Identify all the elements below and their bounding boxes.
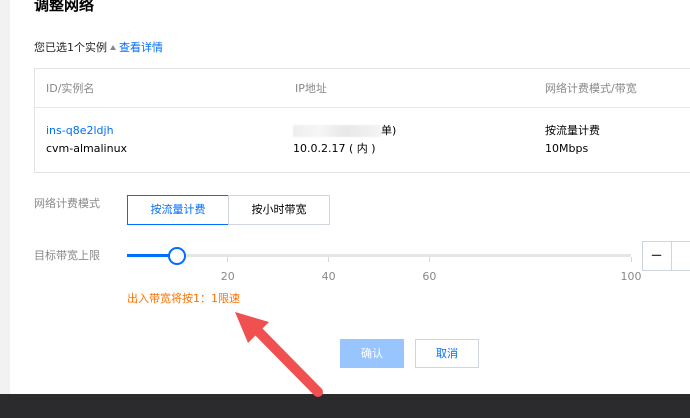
view-details-link[interactable]: 查看详情 — [119, 41, 163, 54]
private-ip: 10.0.2.17 ( 内 ) — [293, 142, 376, 155]
cancel-button[interactable]: 取消 — [415, 339, 479, 368]
instance-id-cell: ins-q8e2ldjh cvm-almalinux — [46, 122, 127, 158]
billing-mode-label: 网络计费模式 — [34, 197, 100, 210]
instance-id-link[interactable]: ins-q8e2ldjh — [46, 124, 114, 137]
header-ip-address: IP地址 — [295, 82, 327, 95]
caret-up-icon[interactable] — [110, 45, 116, 50]
slider-tick-mark — [428, 257, 430, 262]
page-backdrop-bottom — [0, 394, 690, 418]
confirm-button[interactable]: 确认 — [340, 339, 404, 368]
bandwidth-limit-label: 目标带宽上限 — [34, 249, 100, 262]
header-id-name: ID/实例名 — [46, 82, 95, 95]
slider-tick-mark — [227, 257, 229, 262]
current-bandwidth: 10Mbps — [545, 142, 589, 155]
slider-tick-mark — [328, 257, 330, 262]
slider-tick-label: 40 — [321, 270, 336, 283]
bandwidth-slider-handle[interactable] — [168, 247, 187, 265]
rate-limit-warning: 出入带宽将按1：1限速 — [127, 292, 240, 305]
header-billing-bandwidth: 网络计费模式/带宽 — [545, 82, 637, 95]
adjust-network-dialog: 调整网络 您已选1个实例 查看详情 ID/实例名 IP地址 网络计费模式/带宽 i… — [10, 0, 690, 394]
selected-count-text: 您已选1个实例 — [34, 41, 107, 54]
bandwidth-slider-track[interactable] — [127, 254, 631, 257]
billing-option-traffic[interactable]: 按流量计费 — [127, 195, 229, 225]
instance-name: cvm-almalinux — [46, 142, 128, 155]
slider-tick-mark — [630, 257, 632, 262]
redacted-public-ip — [293, 125, 381, 137]
slider-tick-label: 60 — [422, 270, 437, 283]
billing-cell: 按流量计费 10Mbps — [545, 122, 600, 158]
selected-instances-summary: 您已选1个实例 查看详情 — [34, 41, 163, 55]
slider-tick-label: 100 — [620, 270, 642, 283]
public-ip-suffix: 单) — [381, 124, 397, 137]
page-backdrop-left — [0, 0, 10, 394]
current-billing-mode: 按流量计费 — [545, 124, 600, 137]
instance-table: ID/实例名 IP地址 网络计费模式/带宽 ins-q8e2ldjh cvm-a… — [34, 68, 690, 173]
slider-tick-label: 20 — [220, 270, 235, 283]
decrement-button[interactable]: − — [642, 241, 672, 271]
dialog-title: 调整网络 — [34, 0, 95, 14]
billing-option-hourly-bandwidth[interactable]: 按小时带宽 — [228, 195, 330, 225]
ip-address-cell: 单) 10.0.2.17 ( 内 ) — [293, 122, 396, 158]
table-header-row: ID/实例名 IP地址 网络计费模式/带宽 — [35, 69, 690, 108]
